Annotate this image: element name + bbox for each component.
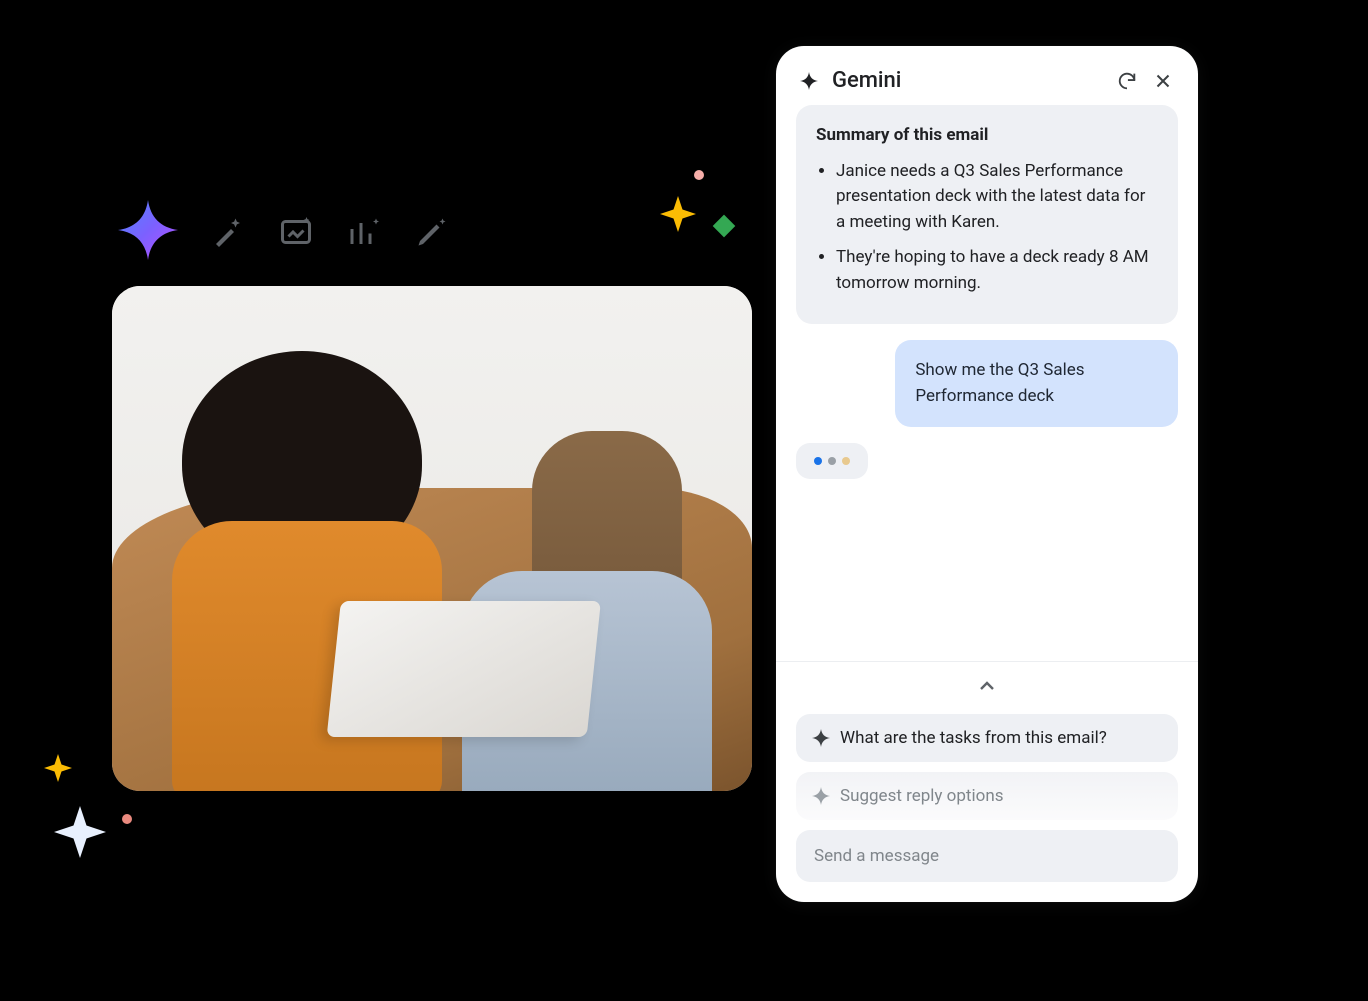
suggestion-chip[interactable]: What are the tasks from this email? — [796, 714, 1178, 762]
summary-item: They're hoping to have a deck ready 8 AM… — [836, 245, 1158, 296]
spark-icon — [812, 787, 830, 805]
panel-header: Gemini — [776, 46, 1198, 105]
laptop — [323, 601, 601, 771]
summary-heading: Summary of this email — [816, 123, 1158, 149]
input-placeholder: Send a message — [814, 846, 939, 866]
dot-pink-icon — [694, 170, 704, 180]
user-message-bubble: Show me the Q3 Sales Performance deck — [895, 340, 1178, 427]
sparkle-yellow-small-icon — [44, 754, 72, 782]
panel-footer: What are the tasks from this email? Sugg… — [776, 661, 1198, 902]
assistant-summary-bubble: Summary of this email Janice needs a Q3 … — [796, 105, 1178, 324]
typing-indicator — [796, 443, 868, 479]
typing-dot-icon — [842, 457, 850, 465]
diamond-green-icon — [712, 214, 736, 238]
gemini-spark-icon — [118, 200, 178, 264]
gemini-side-panel: Gemini Summary of this email Janice need… — [776, 46, 1198, 902]
suggestion-label: What are the tasks from this email? — [840, 728, 1107, 748]
suggestion-label: Suggest reply options — [840, 786, 1003, 806]
close-button[interactable] — [1152, 70, 1174, 92]
chart-spark-icon — [346, 214, 382, 250]
pencil-spark-icon — [414, 214, 450, 250]
image-spark-icon — [278, 214, 314, 250]
dot-red-icon — [122, 814, 132, 824]
hero-photo — [112, 286, 752, 791]
summary-item: Janice needs a Q3 Sales Performance pres… — [836, 159, 1158, 236]
feature-icon-row — [118, 200, 450, 264]
refresh-button[interactable] — [1116, 70, 1138, 92]
summary-list: Janice needs a Q3 Sales Performance pres… — [816, 159, 1158, 297]
photo-scene — [112, 286, 752, 791]
magic-wand-icon — [210, 214, 246, 250]
panel-title: Gemini — [832, 68, 1102, 93]
chat-body: Summary of this email Janice needs a Q3 … — [776, 105, 1198, 661]
spark-icon — [812, 729, 830, 747]
gemini-icon — [800, 72, 818, 90]
collapse-suggestions-button[interactable] — [975, 670, 999, 704]
sparkle-blue-icon — [54, 806, 106, 858]
sparkle-yellow-icon — [660, 196, 696, 232]
typing-dot-icon — [814, 457, 822, 465]
message-input[interactable]: Send a message — [796, 830, 1178, 882]
typing-dot-icon — [828, 457, 836, 465]
suggestion-chip[interactable]: Suggest reply options — [796, 772, 1178, 820]
